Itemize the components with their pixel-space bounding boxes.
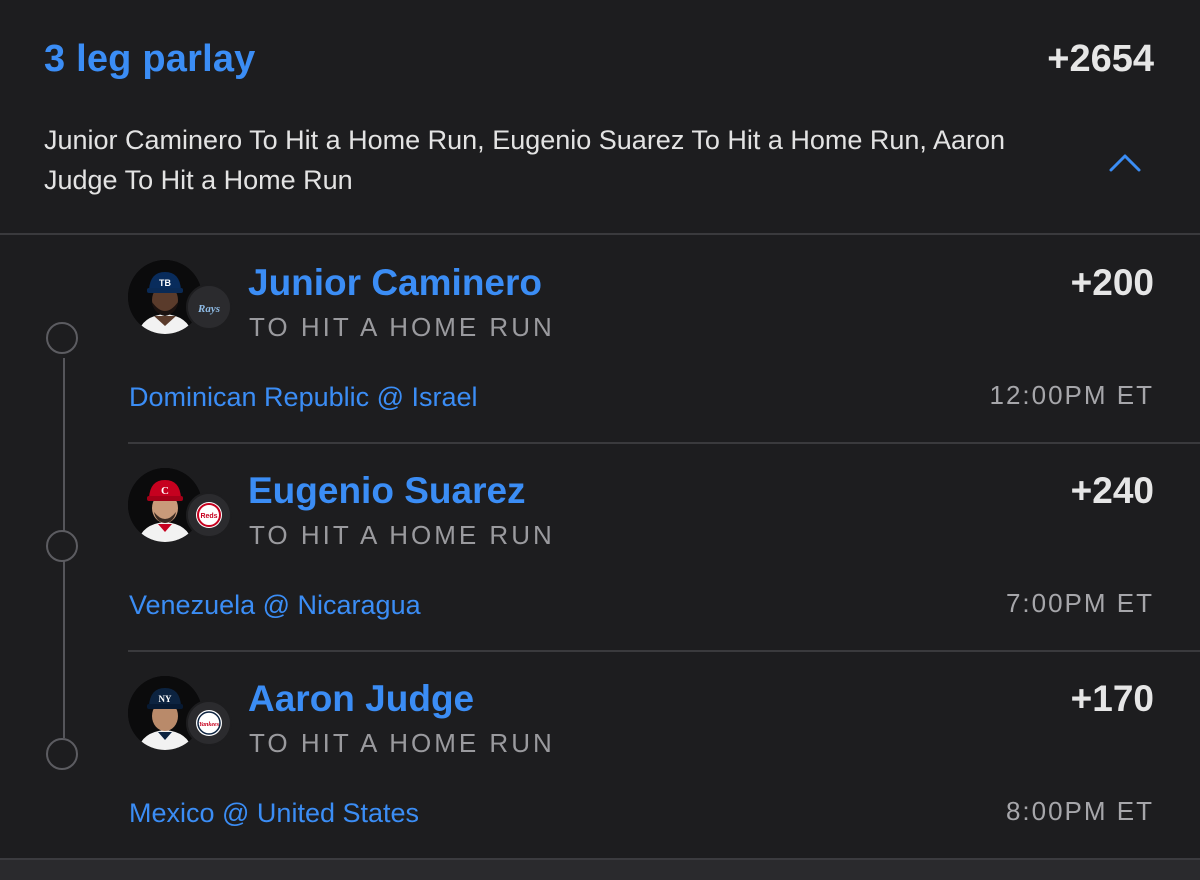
bet-market: TO HIT A HOME RUN — [249, 520, 555, 550]
cap-logo: C — [161, 485, 169, 497]
parlay-leg[interactable]: TB Rays Junior Caminero TO HIT A HOME RU… — [128, 236, 1200, 444]
leg-odds: +200 — [1070, 262, 1154, 303]
player-name: Junior Caminero — [248, 262, 542, 303]
player-name: Eugenio Suarez — [248, 470, 526, 511]
timeline-dot — [46, 322, 78, 354]
team-wordmark: Reds — [200, 513, 217, 520]
parlay-leg[interactable]: C Reds Eugenio Suarez TO HIT A HOME RUN … — [128, 444, 1200, 652]
team-wordmark: Yankees — [199, 722, 220, 728]
team-wordmark: Rays — [197, 303, 220, 315]
bet-market: TO HIT A HOME RUN — [249, 728, 555, 758]
parlay-leg[interactable]: NY Yankees Aaron Judge TO HIT A HOME RUN… — [128, 652, 1200, 858]
cap-logo: NY — [159, 694, 172, 704]
matchup-link[interactable]: Mexico @ United States — [129, 798, 419, 829]
team-logo: Reds — [186, 492, 232, 538]
team-logo: Yankees — [186, 700, 232, 746]
cap-logo: TB — [159, 278, 171, 288]
game-time: 12:00PM ET — [989, 380, 1154, 410]
matchup-link[interactable]: Venezuela @ Nicaragua — [129, 590, 421, 621]
collapse-button[interactable] — [1108, 150, 1142, 174]
team-logo: Rays — [186, 284, 232, 330]
game-time: 8:00PM ET — [1005, 796, 1154, 826]
leg-odds: +240 — [1070, 470, 1154, 511]
timeline-dot — [46, 530, 78, 562]
parlay-total-odds: +2654 — [1047, 38, 1154, 80]
parlay-card: 3 leg parlay +2654 Junior Caminero To Hi… — [0, 0, 1200, 858]
player-name: Aaron Judge — [248, 678, 475, 719]
leg-odds: +170 — [1070, 678, 1154, 719]
timeline-dot — [46, 738, 78, 770]
parlay-summary: Junior Caminero To Hit a Home Run, Eugen… — [44, 125, 1005, 195]
game-time: 7:00PM ET — [1005, 588, 1154, 618]
matchup-link[interactable]: Dominican Republic @ Israel — [129, 382, 478, 413]
bet-market: TO HIT A HOME RUN — [249, 312, 555, 342]
chevron-up-icon — [1109, 154, 1141, 172]
parlay-title: 3 leg parlay — [44, 38, 256, 80]
header-divider — [0, 233, 1200, 235]
bottom-strip — [0, 858, 1200, 880]
